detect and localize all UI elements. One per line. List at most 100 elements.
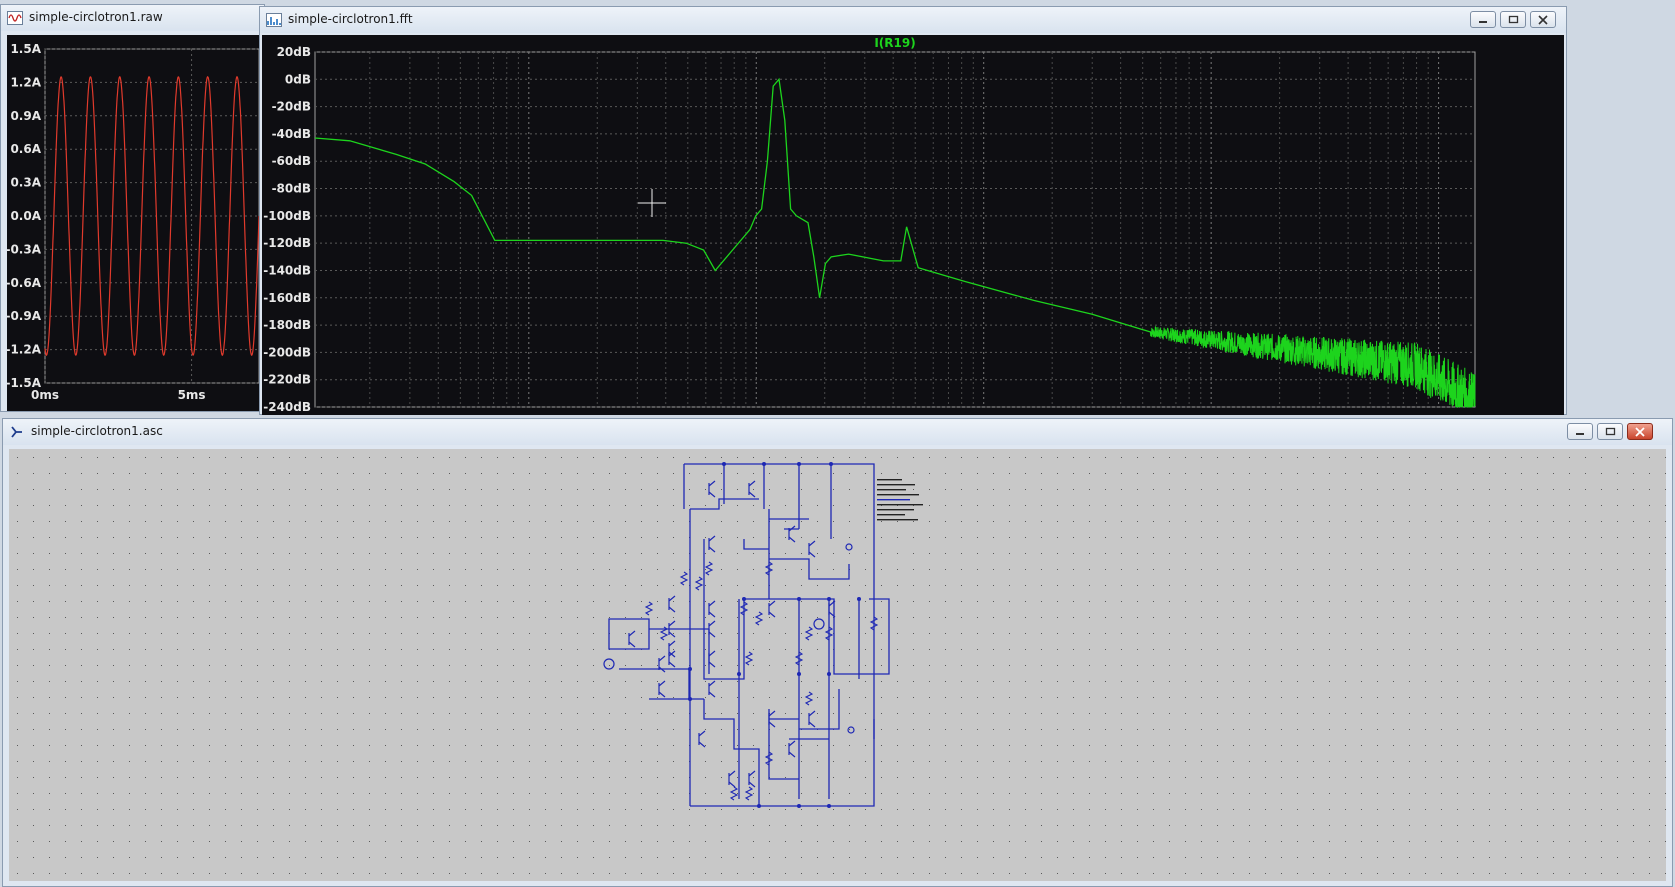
- directive-line: [877, 484, 915, 486]
- schematic-dot-grid: [17, 457, 1666, 874]
- resistor-symbol: [744, 786, 754, 801]
- fft-y-tick-label: -160dB: [263, 291, 311, 305]
- transistor-symbol: [628, 630, 636, 648]
- raw-window-titlebar[interactable]: simple-circlotron1.raw: [1, 5, 264, 31]
- junction-dot: [762, 462, 766, 466]
- fft-spectrum-plot[interactable]: 20dB 0dB -20dB -40dB -60dB -80dB -100dB -120dB -…: [262, 35, 1564, 415]
- wire: [703, 539, 890, 680]
- transistor-symbol: [708, 650, 716, 668]
- raw-plot-pane[interactable]: 1.5A 1.2A 0.9A 0.6A 0.3A 0.0A -0.3A -0.6A -0.9A -…: [5, 35, 260, 411]
- raw-y-tick-label: 1.2A: [10, 75, 41, 89]
- transistor-symbol: [808, 540, 816, 558]
- transistor[interactable]: [708, 600, 716, 618]
- transistor-symbol: [698, 730, 706, 748]
- junction-dot: [797, 462, 801, 466]
- transistor[interactable]: [668, 595, 676, 613]
- transistor[interactable]: [748, 770, 756, 788]
- transistor-symbol: [748, 480, 756, 498]
- schematic-restore-button[interactable]: [1597, 423, 1623, 440]
- transistor-symbol: [748, 770, 756, 788]
- transistor[interactable]: [788, 740, 796, 758]
- spectrum-icon: [266, 13, 282, 27]
- directive-line: [877, 519, 918, 521]
- transistor[interactable]: [808, 710, 816, 728]
- crosshair-cursor-icon: [638, 189, 666, 217]
- raw-y-tick-label: -0.3A: [7, 242, 42, 256]
- directive-line: [877, 504, 923, 506]
- resistor-symbol: [729, 786, 739, 801]
- schematic-minimize-button[interactable]: [1567, 423, 1593, 440]
- fft-restore-button[interactable]: [1500, 11, 1526, 28]
- transistor[interactable]: [658, 680, 666, 698]
- wire: [743, 539, 850, 580]
- grid-dots: [17, 457, 1666, 874]
- fft-y-tick-label: -240dB: [263, 400, 311, 414]
- schematic-drawing[interactable]: [9, 449, 1666, 881]
- fft-y-tick-label: -80dB: [272, 182, 311, 196]
- transistor[interactable]: [708, 535, 716, 553]
- resistor-symbol: [744, 651, 754, 666]
- fft-window-titlebar[interactable]: simple-circlotron1.fft: [260, 7, 1566, 33]
- transistor[interactable]: [708, 480, 716, 498]
- wire: [690, 698, 760, 806]
- raw-y-tick-label: -0.6A: [7, 276, 42, 290]
- raw-y-tick-label: -1.2A: [7, 343, 42, 357]
- schematic-junctions: [688, 462, 861, 808]
- fft-y-tick-label: 0dB: [285, 72, 311, 86]
- spice-directives-block[interactable]: [877, 479, 923, 521]
- transistor[interactable]: [768, 600, 776, 618]
- raw-y-tick-label: 0.3A: [10, 176, 41, 190]
- directive-line: [877, 489, 906, 491]
- fft-trace-label[interactable]: I(R19): [874, 36, 915, 50]
- directive-line: [877, 494, 919, 496]
- fft-close-button[interactable]: [1530, 11, 1556, 28]
- raw-waveform-plot[interactable]: 1.5A 1.2A 0.9A 0.6A 0.3A 0.0A -0.3A -0.6A -0.9A -…: [5, 35, 260, 411]
- fft-y-tick-label: -120dB: [263, 236, 311, 250]
- fft-y-tick-label: -180dB: [263, 318, 311, 332]
- transistor[interactable]: [628, 630, 636, 648]
- resistor-symbol: [754, 611, 764, 626]
- resistor-symbol: [704, 561, 714, 576]
- fft-plot-pane[interactable]: 20dB 0dB -20dB -40dB -60dB -80dB -100dB -120dB -…: [262, 35, 1564, 415]
- fft-trace: [314, 77, 1151, 333]
- junction-dot: [797, 597, 801, 601]
- transistor[interactable]: [708, 620, 716, 638]
- junction-dot: [827, 672, 831, 676]
- transistor-symbol: [708, 480, 716, 498]
- schematic-close-button[interactable]: [1627, 423, 1653, 440]
- resistor-symbol: [804, 626, 814, 641]
- minimize-icon: [1576, 433, 1584, 435]
- transistor-symbol: [728, 770, 736, 788]
- transistor-symbol: [708, 680, 716, 698]
- junction-dot: [688, 697, 692, 701]
- fft-y-tick-label: -60dB: [272, 154, 311, 168]
- raw-waveform-window[interactable]: simple-circlotron1.raw 1.5A 1.2A 0.9A 0.6A 0…: [0, 4, 265, 412]
- raw-y-tick-label: 0.6A: [10, 142, 41, 156]
- transistor[interactable]: [748, 480, 756, 498]
- resistor-symbol: [644, 601, 654, 616]
- fft-minimize-button[interactable]: [1470, 11, 1496, 28]
- schematic-canvas[interactable]: [9, 449, 1666, 881]
- transistor[interactable]: [808, 540, 816, 558]
- terminal-symbol: [847, 726, 855, 734]
- junction-dot: [797, 804, 801, 808]
- directive-line: [877, 509, 914, 511]
- transistor[interactable]: [698, 730, 706, 748]
- close-icon: [1538, 15, 1548, 25]
- wire: [768, 689, 875, 780]
- close-icon: [1635, 427, 1645, 437]
- voltage-source-symbol: [813, 618, 825, 630]
- junction-dot: [827, 804, 831, 808]
- transistor[interactable]: [728, 770, 736, 788]
- transistor[interactable]: [708, 680, 716, 698]
- schematic-window-titlebar[interactable]: simple-circlotron1.asc: [3, 419, 1672, 445]
- schematic-components: [628, 480, 836, 788]
- resistor-symbol: [694, 576, 704, 591]
- fft-y-tick-label: -140dB: [263, 263, 311, 277]
- schematic-wires: [608, 463, 890, 807]
- transistor[interactable]: [708, 650, 716, 668]
- schematic-window[interactable]: simple-circlotron1.asc: [2, 418, 1673, 887]
- fft-window[interactable]: simple-circlotron1.fft 20dB 0dB -20dB -40dB…: [259, 6, 1567, 415]
- wire: [683, 464, 691, 806]
- junction-dot: [742, 597, 746, 601]
